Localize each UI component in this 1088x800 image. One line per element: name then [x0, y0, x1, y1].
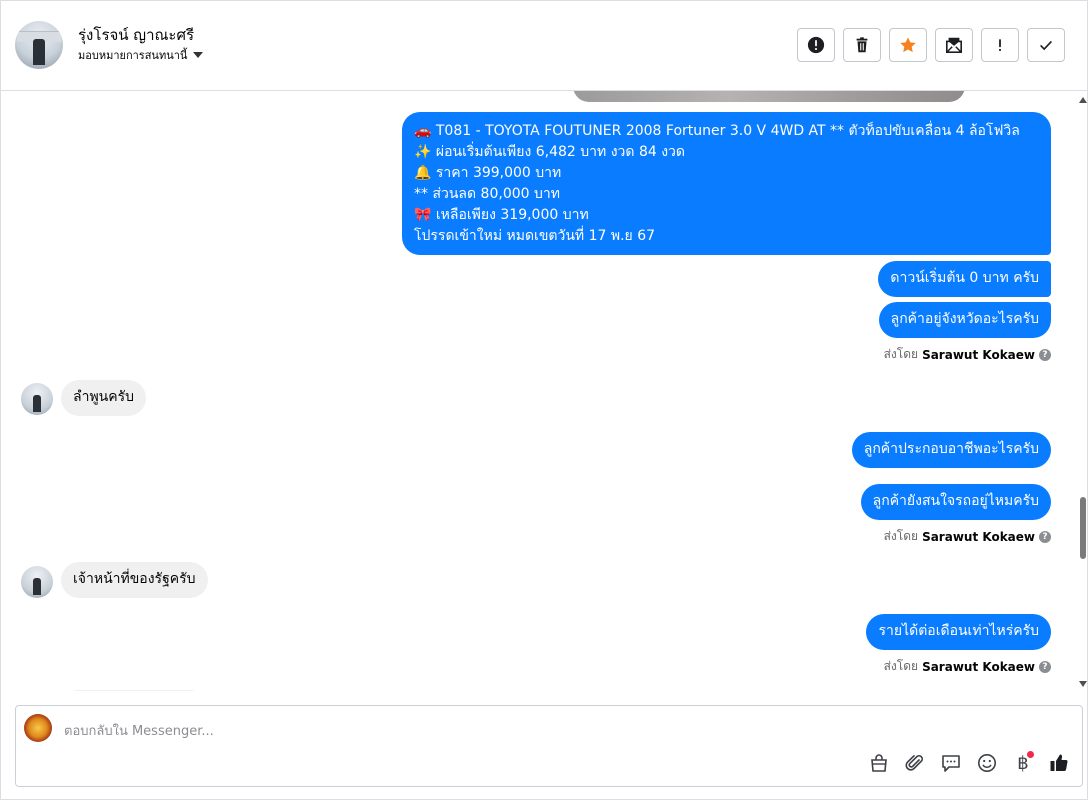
help-icon[interactable]: ? — [1039, 530, 1051, 543]
outgoing-message-bubble[interactable]: รายได้ต่อเดือนเท่าไหร่ครับ — [866, 614, 1051, 650]
mark-unread-button[interactable] — [935, 28, 973, 62]
outgoing-message-bubble[interactable]: ดาวน์เริ่มต้น 0 บาท ครับ — [878, 261, 1051, 297]
mark-important-button[interactable] — [981, 28, 1019, 62]
outgoing-message-bubble[interactable]: ลูกค้ายังสนใจรถอยู่ไหมครับ — [860, 484, 1051, 520]
exclamation-icon — [998, 39, 1002, 52]
reply-composer[interactable]: ตอบกลับใน Messenger... ฿ — [15, 705, 1083, 787]
help-icon[interactable]: ? — [1039, 660, 1051, 673]
incoming-message-bubble[interactable]: ลำพูนครับ — [61, 380, 147, 416]
chevron-down-icon — [193, 52, 204, 58]
like-icon — [1050, 754, 1068, 772]
help-icon[interactable]: ? — [1039, 348, 1051, 361]
message-thread[interactable]: 🚗 T081 - TOYOTA FOUTUNER 2008 Fortuner 3… — [1, 91, 1087, 691]
emoji-button[interactable] — [976, 752, 998, 774]
contact-name[interactable]: รุ่งโรจน์ ญาณะศรี — [78, 23, 194, 47]
assign-conversation-dropdown[interactable]: มอบหมายการสนทนานี้ — [78, 46, 204, 64]
thread-scrollbar[interactable] — [1079, 93, 1087, 691]
sent-by-prefix: ส่งโดย — [883, 659, 919, 673]
incoming-message-bubble-partial[interactable] — [67, 690, 201, 691]
listing-message-bubble[interactable]: 🚗 T081 - TOYOTA FOUTUNER 2008 Fortuner 3… — [402, 112, 1051, 255]
shop-button[interactable] — [868, 752, 890, 774]
sent-by-label: ส่งโดย Sarawut Kokaew ? — [884, 657, 1051, 676]
reply-input[interactable]: ตอบกลับใน Messenger... — [64, 720, 214, 741]
listing-line: ✨ ผ่อนเริ่มต้นเพียง 6,482 บาท งวด 84 งวด — [414, 144, 686, 160]
attach-button[interactable] — [904, 752, 926, 774]
scroll-up-arrow-icon[interactable] — [1079, 97, 1087, 103]
assign-label: มอบหมายการสนทนานี้ — [78, 49, 188, 62]
scroll-down-arrow-icon[interactable] — [1079, 681, 1087, 687]
star-icon — [900, 37, 916, 53]
incoming-message-bubble[interactable]: เจ้าหน้าที่ของรัฐครับ — [61, 562, 208, 598]
delete-button[interactable] — [843, 28, 881, 62]
like-button[interactable] — [1048, 752, 1070, 774]
star-button[interactable] — [889, 28, 927, 62]
conversation-header: รุ่งโรจน์ ญาณะศรี มอบหมายการสนทนานี้ — [1, 1, 1087, 91]
messenger-inbox-panel: รุ่งโรจน์ ญาณะศรี มอบหมายการสนทนานี้ 🚗 T… — [0, 0, 1088, 800]
mark-spam-button[interactable] — [797, 28, 835, 62]
contact-avatar[interactable] — [15, 21, 63, 69]
alert-circle-icon — [807, 36, 825, 54]
listing-line: 🚗 T081 - TOYOTA FOUTUNER 2008 Fortuner 3… — [414, 123, 1020, 139]
saved-replies-button[interactable] — [940, 752, 962, 774]
composer-tools: ฿ — [868, 751, 1070, 774]
outgoing-message-bubble[interactable]: ลูกค้าอยู่จังหวัดอะไรครับ — [878, 302, 1051, 338]
bag-icon — [871, 754, 887, 772]
paperclip-icon — [905, 755, 923, 771]
listing-line: โปรรดเข้าใหม่ หมดเขตวันที่ 17 พ.ย 67 — [414, 228, 656, 244]
sent-by-label: ส่งโดย Sarawut Kokaew ? — [884, 527, 1051, 546]
contact-avatar-small[interactable] — [21, 566, 53, 598]
payment-button[interactable]: ฿ — [1012, 751, 1034, 774]
notification-dot — [1027, 751, 1034, 758]
sent-by-prefix: ส่งโดย — [883, 347, 919, 361]
check-icon — [1040, 40, 1052, 51]
sent-by-name[interactable]: Sarawut Kokaew — [922, 530, 1035, 544]
contact-avatar-small[interactable] — [21, 383, 53, 415]
sent-by-prefix: ส่งโดย — [883, 529, 919, 543]
emoji-icon — [978, 754, 996, 772]
listing-line: 🔔 ราคา 399,000 บาท — [414, 165, 562, 181]
outgoing-message-bubble[interactable]: ลูกค้าประกอบอาชีพอะไรครับ — [851, 432, 1051, 468]
listing-line: 🎀 เหลือเพียง 319,000 บาท — [414, 207, 589, 223]
mark-done-button[interactable] — [1027, 28, 1065, 62]
trash-icon — [856, 37, 868, 53]
scrollbar-thumb[interactable] — [1080, 497, 1086, 559]
sent-by-name[interactable]: Sarawut Kokaew — [922, 660, 1035, 674]
mail-icon — [945, 37, 963, 54]
listing-line: ** ส่วนลด 80,000 บาท — [414, 186, 560, 202]
image-attachment-partial[interactable] — [573, 91, 965, 102]
page-avatar — [24, 714, 52, 742]
header-actions — [797, 28, 1065, 62]
sent-by-label: ส่งโดย Sarawut Kokaew ? — [884, 345, 1051, 364]
sent-by-name[interactable]: Sarawut Kokaew — [922, 348, 1035, 362]
saved-reply-icon — [942, 755, 960, 772]
